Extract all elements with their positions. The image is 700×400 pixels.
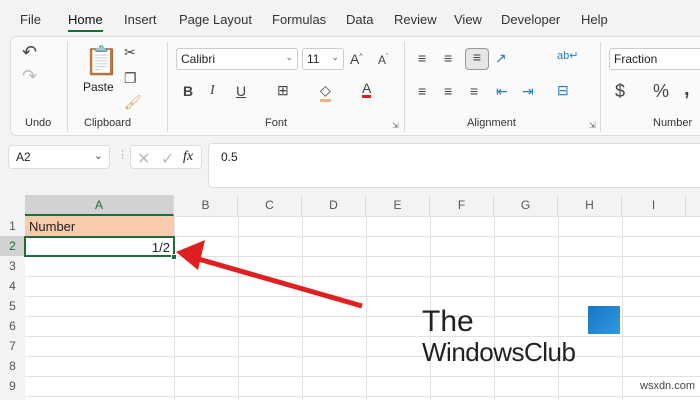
- arrow-shaft: [194, 255, 363, 309]
- watermark-logo-line2: WindowsClub: [422, 337, 576, 367]
- annotation-arrow: [176, 240, 363, 309]
- windows-logo-icon: [588, 306, 620, 334]
- watermark-site: wsxdn.com: [640, 380, 696, 392]
- arrow-head: [176, 240, 205, 270]
- watermark-logo-line1: The: [422, 305, 474, 338]
